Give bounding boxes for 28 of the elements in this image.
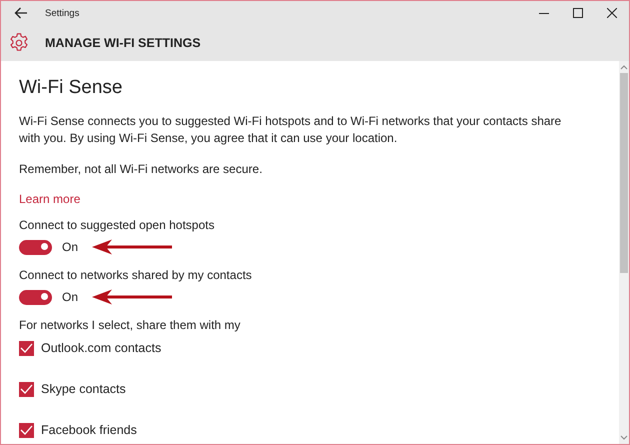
checkbox[interactable] (19, 422, 34, 438)
share-label: For networks I select, share them with my (19, 318, 242, 332)
maximize-icon (573, 8, 583, 18)
toggle-state: On (62, 290, 78, 304)
learn-more-link[interactable]: Learn more (19, 192, 80, 206)
close-icon (607, 8, 617, 18)
checkbox[interactable] (19, 382, 34, 396)
page-title: MANAGE WI-FI SETTINGS (45, 36, 201, 50)
checkbox-label: Outlook.com contacts (41, 341, 162, 355)
checkbox-label: Facebook friends (41, 423, 137, 437)
scrollbar[interactable] (619, 61, 629, 444)
back-arrow-icon (14, 7, 28, 19)
scroll-up-icon[interactable] (620, 64, 628, 70)
section-heading: Wi-Fi Sense (19, 77, 124, 99)
toggle-state: On (62, 240, 78, 254)
checkbox-label: Skype contacts (41, 382, 126, 396)
scrollbar-thumb[interactable] (620, 73, 628, 273)
checkbox[interactable] (19, 340, 34, 356)
description-text: Wi-Fi Sense connects you to suggested Wi-Fi hotspots and to Wi-Fi networks that your contacts share with you. By using Wi-Fi Sense, you agree that it can use your location. (19, 113, 562, 147)
window-title: Settings (45, 8, 80, 18)
toggle-switch[interactable] (19, 240, 52, 254)
toggle-label: Connect to suggested open hotspots (19, 218, 216, 232)
scroll-down-icon[interactable] (620, 435, 628, 441)
toggle-label: Connect to networks shared by my contacts (19, 268, 253, 282)
description-text: Remember, not all Wi-Fi networks are secure. (19, 161, 264, 178)
toggle-switch[interactable] (19, 290, 52, 304)
minimize-icon (539, 13, 549, 14)
settings-icon (9, 33, 29, 53)
